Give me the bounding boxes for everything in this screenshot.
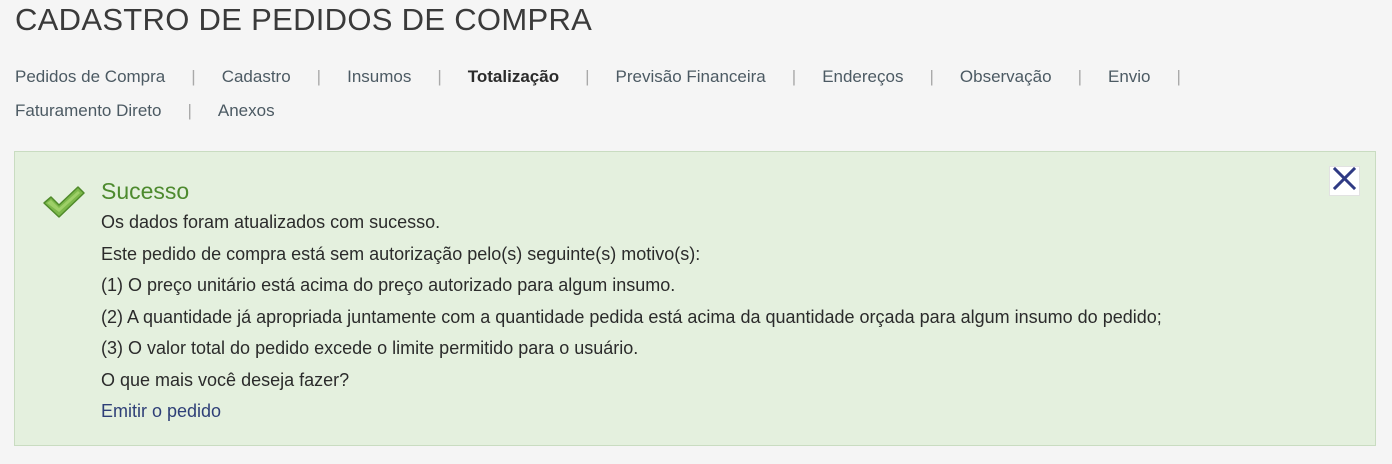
tab-envio[interactable]: Envio xyxy=(1108,60,1151,94)
tab-separator: | xyxy=(1077,67,1082,86)
alert-message-line: Este pedido de compra está sem autorizaç… xyxy=(101,243,701,264)
alert-message-line: (3) O valor total do pedido excede o lim… xyxy=(101,338,639,358)
tab-separator: | xyxy=(191,67,196,86)
tab-separator: | xyxy=(929,67,934,86)
emit-order-link[interactable]: Emitir o pedido xyxy=(101,396,221,428)
tab-separator: | xyxy=(437,67,442,86)
tab-cadastro[interactable]: Cadastro xyxy=(222,60,291,94)
tab-totalizacao[interactable]: Totalização xyxy=(468,60,559,94)
alert-message-line: O que mais você deseja fazer? xyxy=(101,369,350,390)
success-alert: Sucesso Os dados foram atualizados com s… xyxy=(14,151,1376,446)
tab-navigation: Pedidos de Compra | Cadastro | Insumos |… xyxy=(15,60,1255,128)
close-icon xyxy=(1332,166,1357,196)
alert-title: Sucesso xyxy=(101,178,190,204)
tab-enderecos[interactable]: Endereços xyxy=(822,60,903,94)
alert-message-line: Os dados foram atualizados com sucesso. xyxy=(101,212,441,232)
tab-observacao[interactable]: Observação xyxy=(960,60,1052,94)
tab-row-2: Faturamento Direto | Anexos xyxy=(15,94,1255,128)
close-button[interactable] xyxy=(1329,166,1360,196)
tab-previsao-financeira[interactable]: Previsão Financeira xyxy=(616,60,766,94)
tab-separator: | xyxy=(316,67,322,86)
tab-separator: | xyxy=(1176,67,1181,86)
alert-message-line: (1) O preço unitário está acima do preço… xyxy=(101,275,676,295)
alert-message-line: (2) A quantidade já apropriada juntament… xyxy=(101,306,1162,327)
tab-separator: | xyxy=(585,67,590,86)
tab-anexos[interactable]: Anexos xyxy=(218,94,275,128)
page-title: CADASTRO DE PEDIDOS DE COMPRA xyxy=(15,2,593,37)
tab-separator: | xyxy=(187,101,192,120)
tab-separator: | xyxy=(791,67,797,86)
check-icon xyxy=(41,182,87,222)
alert-content: Sucesso Os dados foram atualizados com s… xyxy=(101,175,1162,428)
tab-row-1: Pedidos de Compra | Cadastro | Insumos |… xyxy=(15,60,1255,94)
tab-pedidos-de-compra[interactable]: Pedidos de Compra xyxy=(15,60,165,94)
tab-faturamento-direto[interactable]: Faturamento Direto xyxy=(15,94,161,128)
tab-insumos[interactable]: Insumos xyxy=(347,60,411,94)
